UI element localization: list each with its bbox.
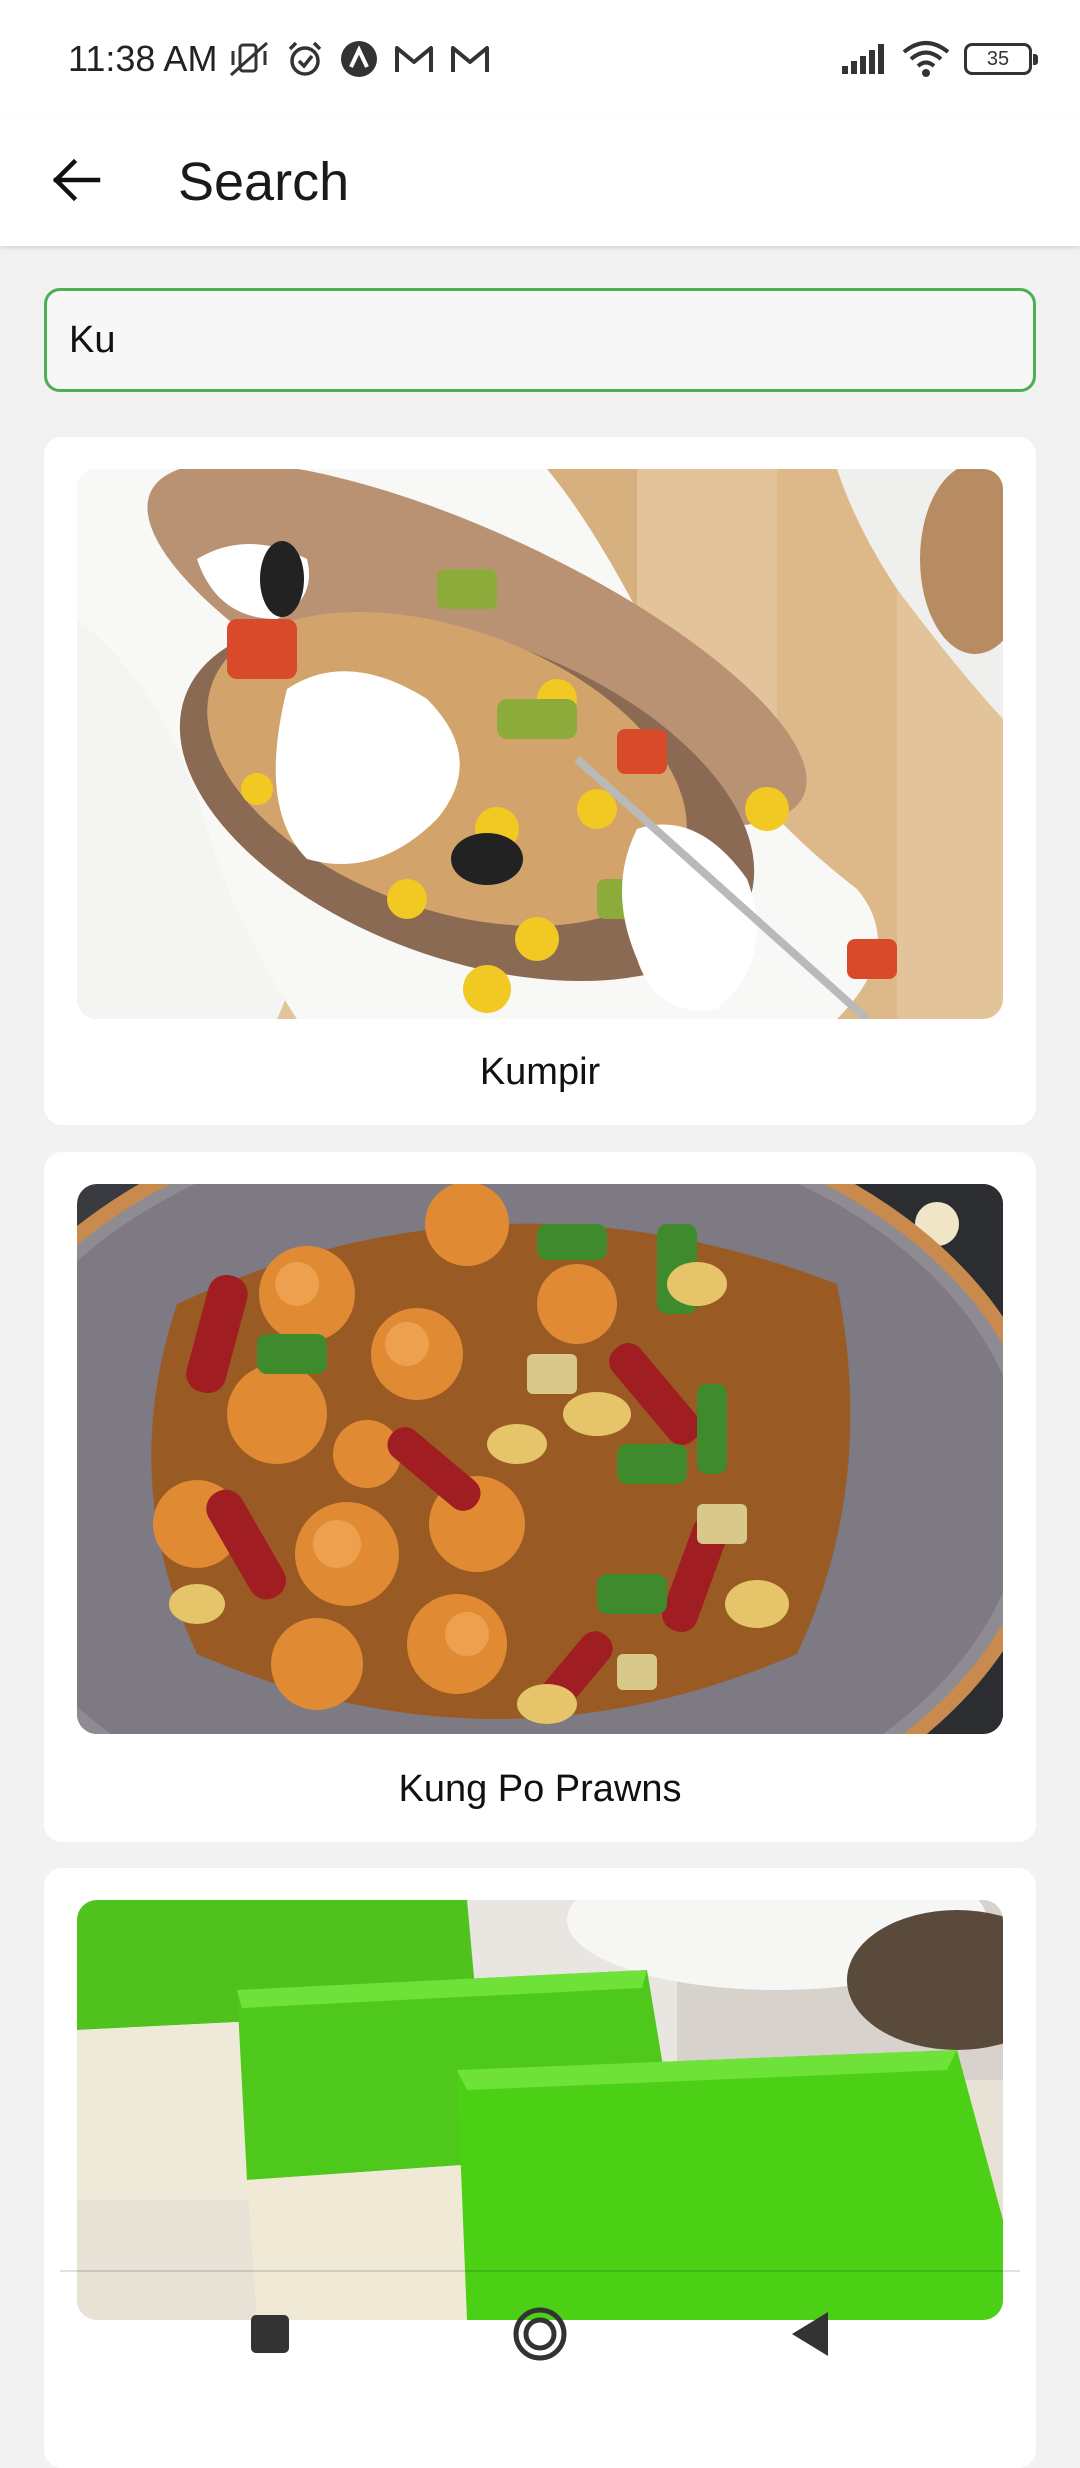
home-button[interactable] xyxy=(500,2296,580,2376)
battery-level: 35 xyxy=(986,47,1010,70)
result-card[interactable]: Kumpir xyxy=(44,437,1036,1125)
recipe-image xyxy=(77,469,1003,1019)
recipe-name: Kung Po Prawns xyxy=(398,1768,682,1810)
search-field-wrapper xyxy=(44,288,1036,392)
system-nav-bar xyxy=(0,2272,1080,2400)
signal-icon xyxy=(840,42,888,76)
arrow-left-icon xyxy=(50,157,102,208)
recipe-name: Kumpir xyxy=(479,1051,601,1093)
recipe-image xyxy=(77,1184,1003,1734)
app-bar: Search xyxy=(0,118,1080,246)
battery-icon: 35 xyxy=(964,43,1038,75)
square-recents-icon xyxy=(250,2314,290,2359)
page-title: Search xyxy=(178,152,350,212)
search-input[interactable] xyxy=(44,288,1036,392)
status-notification-icons xyxy=(227,39,491,79)
recipe-image xyxy=(77,1900,1003,2320)
app-notification-icon xyxy=(339,39,379,79)
nav-back-button[interactable] xyxy=(770,2296,850,2376)
alarm-icon xyxy=(285,39,325,79)
wifi-icon xyxy=(902,40,950,78)
status-time: 11:38 AM xyxy=(68,38,218,79)
status-bar: 11:38 AM 35 xyxy=(0,0,1080,118)
gmail-icon xyxy=(393,42,435,76)
gmail-icon xyxy=(449,42,491,76)
triangle-back-icon xyxy=(788,2310,832,2363)
result-card[interactable]: Kung Po Prawns xyxy=(44,1152,1036,1842)
vibrate-off-icon xyxy=(227,39,271,79)
recents-button[interactable] xyxy=(230,2296,310,2376)
circle-home-icon xyxy=(512,2306,568,2367)
back-button[interactable] xyxy=(36,142,116,222)
status-system-icons: 35 xyxy=(840,40,1040,78)
